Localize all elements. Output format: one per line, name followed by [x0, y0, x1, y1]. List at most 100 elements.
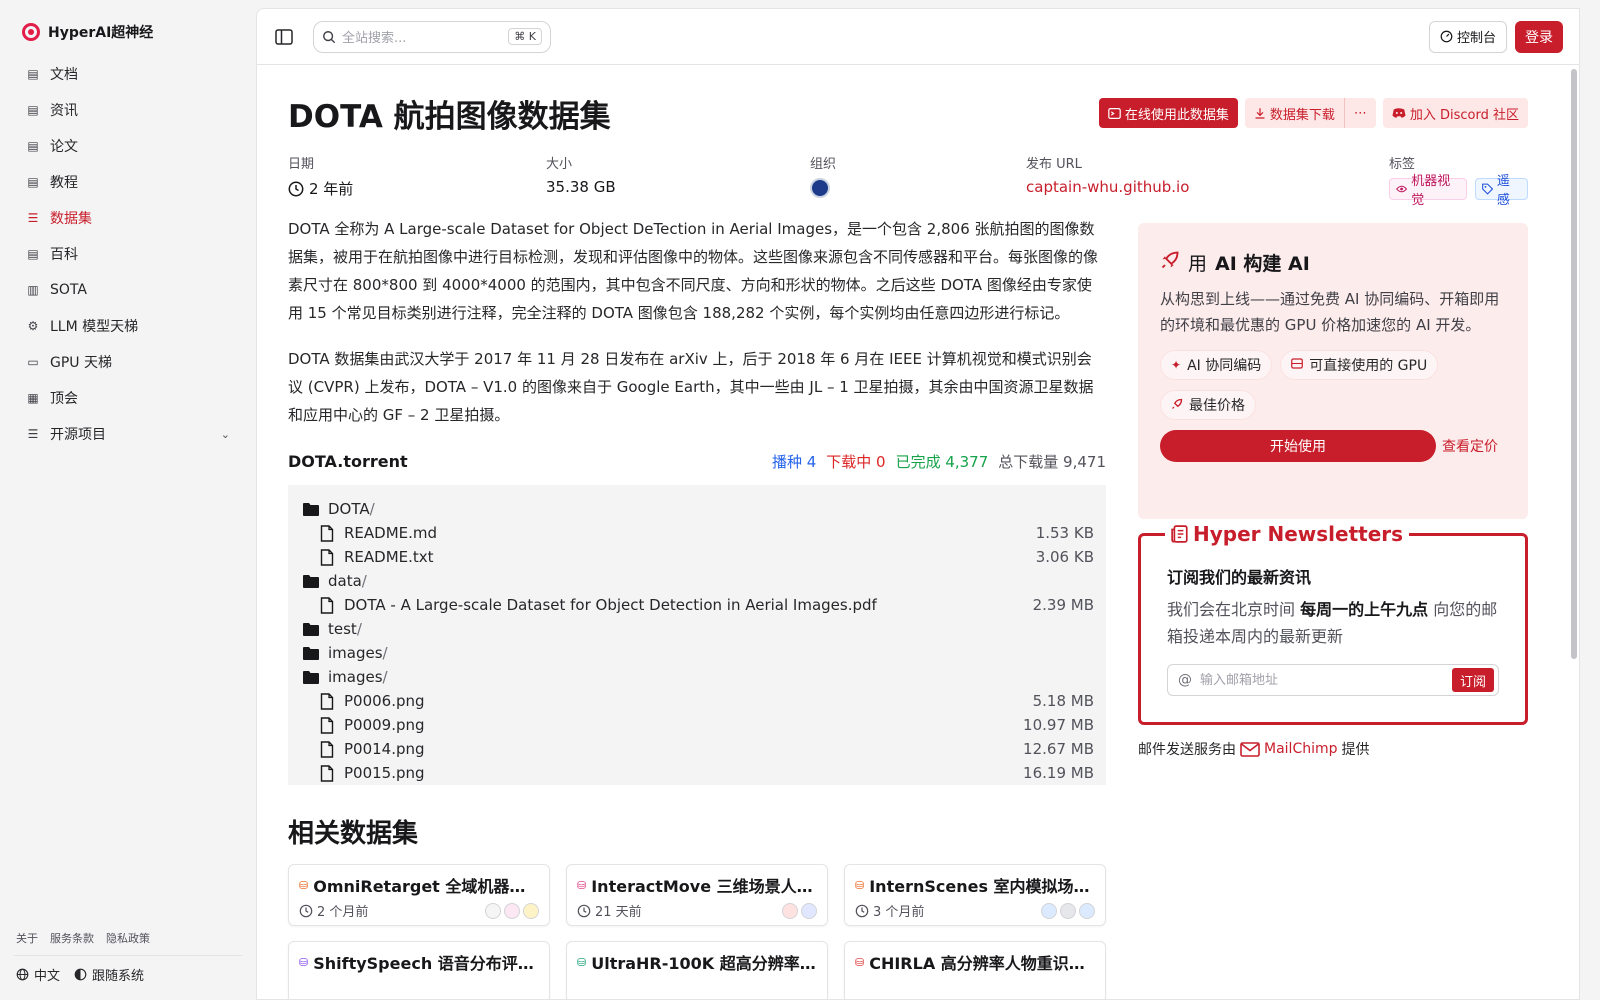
database-icon: ⛁ [577, 955, 587, 969]
meta-url-link[interactable]: captain-whu.github.io [1026, 178, 1189, 196]
org-avatar[interactable] [1041, 902, 1057, 919]
sidebar-item-2[interactable]: ▤ 论文 [14, 128, 242, 164]
file-row[interactable]: P0006.png 5.18 MB [302, 689, 1094, 713]
scrollbar-thumb[interactable] [1571, 69, 1577, 659]
search-shortcut-key: K [528, 30, 536, 43]
org-avatar[interactable] [523, 902, 539, 919]
sidebar-item-9[interactable]: ▦ 顶会 [14, 380, 242, 416]
tag-remote-sensing[interactable]: 遥感 [1474, 174, 1528, 208]
start-button[interactable]: 开始使用 [1160, 430, 1436, 462]
more-button[interactable]: ⋯ [1344, 98, 1376, 128]
database-icon: ⛁ [299, 878, 309, 892]
sidebar-bottom: 中文 跟随系统 [16, 965, 144, 984]
login-button[interactable]: 登录 [1515, 20, 1563, 53]
email-input[interactable] [1200, 672, 1444, 688]
related-card[interactable]: ⛁ InteractMove 三维场景人… 21 天前 [566, 864, 828, 926]
newsletter-subtitle: 订阅我们的最新资讯 [1167, 568, 1312, 587]
sidebar-item-3[interactable]: ▤ 教程 [14, 164, 242, 200]
org-avatar[interactable] [1079, 902, 1095, 919]
folder-row[interactable]: DOTA / [302, 497, 1094, 521]
body-row: DOTA 全称为 A Large-scale Dataset for Objec… [288, 215, 1528, 999]
ai-card-chips: ✦ AI 协同编码 可直接使用的 GPU 最佳价格 [1160, 350, 1460, 420]
sidebar-item-8[interactable]: ▭ GPU 天梯 [14, 344, 242, 380]
file-tree[interactable]: DOTA / README.md 1.53 KB README.txt 3.06 KB da… [288, 485, 1106, 785]
pricing-link[interactable]: 查看定价 [1442, 436, 1498, 456]
torrent-name[interactable]: DOTA.torrent [288, 452, 408, 471]
sidebar-item-6[interactable]: ▥ SOTA [14, 272, 242, 308]
download-button[interactable]: 数据集下载 [1244, 98, 1344, 128]
org-avatar[interactable] [801, 902, 817, 919]
topbar: 全站搜索... ⌘ K 控制台 登录 [257, 9, 1579, 65]
org-avatar[interactable] [504, 902, 520, 919]
footer-link-about[interactable]: 关于 [16, 930, 38, 946]
discord-button[interactable]: 加入 Discord 社区 [1382, 98, 1528, 128]
folder-row[interactable]: test / [302, 617, 1094, 641]
use-online-button[interactable]: 在线使用此数据集 [1098, 98, 1238, 128]
clock-icon [299, 904, 313, 917]
sidebar-item-5[interactable]: ▤ 百科 [14, 236, 242, 272]
file-icon [318, 692, 336, 710]
footer-link-privacy[interactable]: 隐私政策 [106, 930, 150, 946]
related-card[interactable]: ⛁ InternScenes 室内模拟场… 3 个月前 [844, 864, 1106, 926]
mail-provider-pre: 邮件发送服务由 [1138, 742, 1236, 758]
chip-best-price[interactable]: 最佳价格 [1160, 390, 1256, 420]
sidebar-item-0[interactable]: ▤ 文档 [14, 56, 242, 92]
file-row[interactable]: P0015.png 16.19 MB [302, 761, 1094, 785]
description-paragraph-1: DOTA 全称为 A Large-scale Dataset for Objec… [288, 220, 1099, 322]
related-card[interactable]: ⛁ CHIRLA 高分辨率人物重识… [844, 941, 1106, 999]
file-row[interactable]: DOTA - A Large-scale Dataset for Object … [302, 593, 1094, 617]
footer-link-terms[interactable]: 服务条款 [50, 930, 94, 946]
chip-ai-coding[interactable]: ✦ AI 协同编码 [1160, 350, 1273, 380]
file-name: README.txt [344, 548, 434, 566]
ai-card-title-bold: AI 构建 AI [1215, 253, 1310, 275]
file-name: P0014.png [344, 740, 425, 758]
description-paragraph-2: DOTA 数据集由武汉大学于 2017 年 11 月 28 日发布在 arXiv… [288, 350, 1094, 424]
sidebar-item-label: 开源项目 [50, 427, 106, 443]
console-button[interactable]: 控制台 [1428, 20, 1507, 53]
scrollbar[interactable] [1571, 65, 1579, 999]
newsletter-title-text: Hyper Newsletters [1193, 522, 1404, 546]
sidebar-item-4[interactable]: ☰ 数据集 [14, 200, 242, 236]
chip-gpu[interactable]: 可直接使用的 GPU [1280, 350, 1439, 380]
file-icon [318, 524, 336, 542]
meta-url: 发布 URL captain-whu.github.io [1026, 153, 1189, 196]
org-avatar[interactable] [1060, 902, 1076, 919]
related-card[interactable]: ⛁ UltraHR-100K 超高分辨率… [566, 941, 828, 999]
org-avatar[interactable] [485, 902, 501, 919]
database-icon: ⛁ [577, 878, 587, 892]
app-root: HyperAI超神经 ▤ 文档 ▤ 资讯 ▤ 论文 ▤ 教程 ☰ 数据集 ▤ 百科 ▥ SOTA ⚙ LLM … [0, 0, 1600, 1000]
file-name: data [328, 572, 362, 590]
file-row[interactable]: README.md 1.53 KB [302, 521, 1094, 545]
folder-row[interactable]: images / [302, 665, 1094, 689]
price-rocket-icon [1171, 398, 1183, 413]
gpu-icon [1291, 358, 1304, 372]
sidebar-item-10[interactable]: ☰ 开源项目 ⌄ [14, 416, 242, 452]
chart-icon: ▥ [27, 283, 39, 297]
folder-slash: / [356, 620, 362, 638]
related-card[interactable]: ⛁ OmniRetarget 全域机器人… 2 个月前 [288, 864, 550, 926]
sidebar-item-1[interactable]: ▤ 资讯 [14, 92, 242, 128]
file-row[interactable]: P0014.png 12.67 MB [302, 737, 1094, 761]
sidebar-footer-links: 关于 服务条款 隐私政策 [16, 930, 150, 946]
tag-icon [1481, 183, 1493, 195]
brand[interactable]: HyperAI超神经 [14, 16, 242, 52]
theme-switch[interactable]: 跟随系统 [74, 965, 144, 984]
folder-row[interactable]: images / [302, 641, 1094, 665]
file-row[interactable]: README.txt 3.06 KB [302, 545, 1094, 569]
org-avatar[interactable] [782, 902, 798, 919]
related-card[interactable]: ⛁ ShiftySpeech 语音分布评… [288, 941, 550, 999]
search-box[interactable]: 全站搜索... ⌘ K [313, 20, 551, 53]
subscribe-button[interactable]: 订阅 [1451, 668, 1494, 692]
folder-row[interactable]: data / [302, 569, 1094, 593]
file-row[interactable]: P0009.png 10.97 MB [302, 713, 1094, 737]
mailchimp-link[interactable]: MailChimp [1240, 741, 1338, 757]
chevron-down-icon[interactable]: ⌄ [221, 428, 230, 441]
tag-machine-vision-label: 机器视觉 [1411, 174, 1451, 208]
sidebar-toggle-button[interactable] [273, 26, 295, 48]
file-name: P0006.png [344, 692, 425, 710]
sidebar-item-7[interactable]: ⚙ LLM 模型天梯 [14, 308, 242, 344]
search-placeholder: 全站搜索... [342, 31, 407, 46]
org-avatar[interactable] [810, 178, 830, 198]
language-switch[interactable]: 中文 [16, 965, 60, 984]
tag-machine-vision[interactable]: 机器视觉 [1389, 174, 1467, 208]
